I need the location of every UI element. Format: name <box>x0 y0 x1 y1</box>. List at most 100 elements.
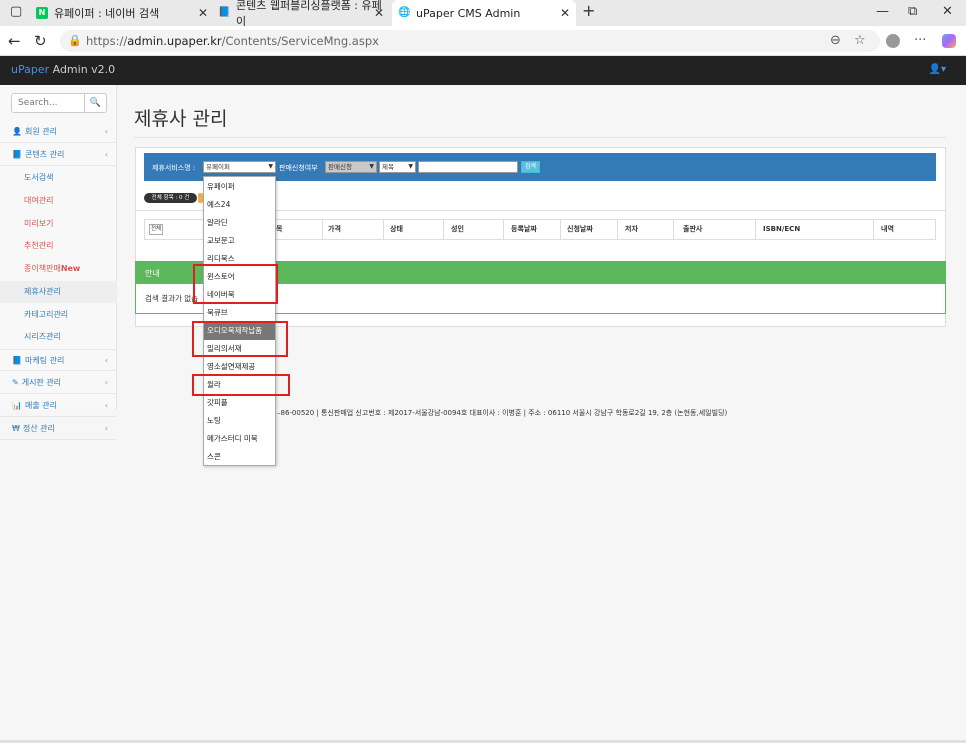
column-header: 목 <box>276 225 283 233</box>
browser-tab-cms[interactable]: 🌐 uPaper CMS Admin ✕ <box>392 0 576 26</box>
column-header: 내역 <box>881 225 894 233</box>
sidebar: 🔍 👤회원 관리 ‹ 📘콘텐츠 관리 ‹ 도서검색 대여관리 미리보기 추천관리… <box>0 85 117 417</box>
new-tab-icon[interactable]: + <box>582 1 595 20</box>
dropdown-option[interactable]: 유페이퍼 <box>204 178 275 196</box>
zoom-icon[interactable]: ⊖ <box>830 33 841 48</box>
url-path: /Contents/ServiceMng.aspx <box>221 34 379 48</box>
dropdown-option[interactable]: 교보문고 <box>204 232 275 250</box>
tab-actions-icon[interactable]: ▢ <box>10 4 22 19</box>
favorite-star-icon[interactable]: ☆ <box>854 33 866 48</box>
close-tab-icon[interactable]: ✕ <box>560 6 570 20</box>
dropdown-option[interactable]: 북큐브 <box>204 304 275 322</box>
sidebar-item-label: 콘텐츠 관리 <box>24 150 65 159</box>
chevron-down-icon: ▼ <box>408 163 413 170</box>
sidebar-subitem-paper-book[interactable]: 종이책판매New <box>0 258 117 280</box>
book-icon: 📘 <box>12 356 22 365</box>
brand-name: uPaper <box>11 63 50 76</box>
search-input[interactable] <box>12 94 86 112</box>
title-divider <box>134 137 946 138</box>
highlight-box <box>192 321 288 357</box>
sidebar-item-sales[interactable]: 📊 매출 관리 ‹ <box>0 395 117 417</box>
highlight-box <box>193 264 278 304</box>
service-select[interactable]: 유페이퍼 ▼ <box>203 161 276 173</box>
sidebar-subitem-recommend[interactable]: 추천관리 <box>0 235 117 257</box>
user-icon: 👤 <box>12 127 22 136</box>
minimize-icon[interactable]: — <box>876 4 889 19</box>
column-divider <box>617 220 618 239</box>
sidebar-subitem-category[interactable]: 카테고리관리 <box>0 304 117 326</box>
chevron-down-icon: ‹ <box>104 150 108 159</box>
footer-company-info: –86-00520 | 통신판매업 신고번호 : 제2017-서울강남-0094… <box>277 409 728 417</box>
column-divider <box>673 220 674 239</box>
more-menu-icon[interactable]: ··· <box>914 33 926 48</box>
chevron-down-icon: ▼ <box>268 163 273 170</box>
column-header: 성인 <box>451 225 464 233</box>
search-icon[interactable]: 🔍 <box>84 94 106 112</box>
select-all-checkbox[interactable]: 전체 <box>149 224 163 235</box>
sidebar-item-label: 매출 관리 <box>24 401 57 410</box>
url-host: admin.upaper.kr <box>127 34 222 48</box>
chevron-down-icon: ▼ <box>369 163 374 170</box>
sidebar-subitem-rental[interactable]: 대여관리 <box>0 190 117 212</box>
globe-icon: 🌐 <box>398 7 411 18</box>
edit-icon: ✎ <box>12 378 19 387</box>
close-tab-icon[interactable]: ✕ <box>374 6 384 20</box>
column-divider <box>560 220 561 239</box>
service-label: 제휴서비스명 : <box>152 164 196 172</box>
url-scheme: https:// <box>86 34 128 48</box>
app-brand[interactable]: uPaper Admin v2.0 <box>11 63 115 76</box>
dropdown-option[interactable]: 노팅 <box>204 412 275 430</box>
sidebar-item-members[interactable]: 👤 회원 관리 ‹ <box>0 121 117 143</box>
user-menu-icon[interactable]: 👤▾ <box>929 64 946 75</box>
copilot-icon[interactable] <box>942 34 956 48</box>
dropdown-option[interactable]: 갓피플 <box>204 394 275 412</box>
restore-icon[interactable]: ⧉ <box>908 4 917 19</box>
dropdown-option[interactable]: 메가스터디 미북 <box>204 430 275 448</box>
chevron-left-icon: ‹ <box>104 356 108 365</box>
sale-status-select[interactable]: 판매신청 ▼ <box>325 161 377 173</box>
column-header: 출판사 <box>683 225 703 233</box>
chevron-left-icon: ‹ <box>104 378 108 387</box>
bar-chart-icon: 📊 <box>12 401 22 410</box>
browser-tab-naver[interactable]: N 유페이퍼 : 네이버 검색 ✕ <box>36 0 214 26</box>
dropdown-option[interactable]: 예스24 <box>204 196 275 214</box>
dropdown-option[interactable]: 알라딘 <box>204 214 275 232</box>
sidebar-subitem-label: 종이책판매 <box>24 264 61 273</box>
naver-icon: N <box>36 7 48 19</box>
sidebar-item-board[interactable]: ✎ 게시판 관리 ‹ <box>0 372 117 394</box>
sidebar-item-label: 회원 관리 <box>24 127 57 136</box>
sidebar-subitem-series[interactable]: 시리즈관리 <box>0 326 117 348</box>
browser-tab-upaper[interactable]: 📘 콘텐츠 웹퍼블리싱플랫폼 : 유페이 ✕ <box>218 0 390 28</box>
chevron-left-icon: ‹ <box>104 401 108 410</box>
page-title: 제휴사 관리 <box>134 108 228 130</box>
app-navbar: uPaper Admin v2.0 👤▾ <box>0 56 966 85</box>
refresh-icon[interactable]: ↻ <box>34 32 47 50</box>
service-select-value: 유페이퍼 <box>206 163 230 171</box>
search-button[interactable]: 검색 <box>521 161 540 173</box>
sidebar-item-contents[interactable]: 📘 콘텐츠 관리 ‹ <box>0 144 117 166</box>
keyword-input[interactable] <box>418 161 518 173</box>
sidebar-subitem-partners[interactable]: 제휴사관리 <box>0 281 117 303</box>
column-divider <box>383 220 384 239</box>
brand-version: Admin v2.0 <box>49 63 116 76</box>
dropdown-option[interactable]: 스콘 <box>204 448 275 466</box>
highlight-box <box>192 374 290 396</box>
column-divider <box>873 220 874 239</box>
tab-title: 유페이퍼 : 네이버 검색 <box>54 7 160 20</box>
back-icon[interactable]: ← <box>8 32 21 50</box>
column-divider <box>443 220 444 239</box>
tab-title: uPaper CMS Admin <box>416 6 521 20</box>
profile-avatar[interactable] <box>886 34 900 48</box>
sidebar-item-settlement[interactable]: ₩ 정산 관리 ‹ <box>0 418 117 440</box>
close-window-icon[interactable]: ✕ <box>942 4 953 19</box>
sidebar-subitem-book-search[interactable]: 도서검색 <box>0 167 117 189</box>
sidebar-item-label: 마케팅 관리 <box>24 356 65 365</box>
url-field[interactable]: 🔒 https://admin.upaper.kr/Contents/Servi… <box>60 30 880 52</box>
search-field-select[interactable]: 제목 ▼ <box>379 161 416 173</box>
sidebar-item-marketing[interactable]: 📘 마케팅 관리 ‹ <box>0 349 117 371</box>
close-tab-icon[interactable]: ✕ <box>198 6 208 20</box>
tab-title: 콘텐츠 웹퍼블리싱플랫폼 : 유페이 <box>236 0 382 28</box>
column-header: 신청날짜 <box>567 225 593 233</box>
sidebar-subitem-preview[interactable]: 미리보기 <box>0 213 117 235</box>
won-icon: ₩ <box>12 424 20 433</box>
